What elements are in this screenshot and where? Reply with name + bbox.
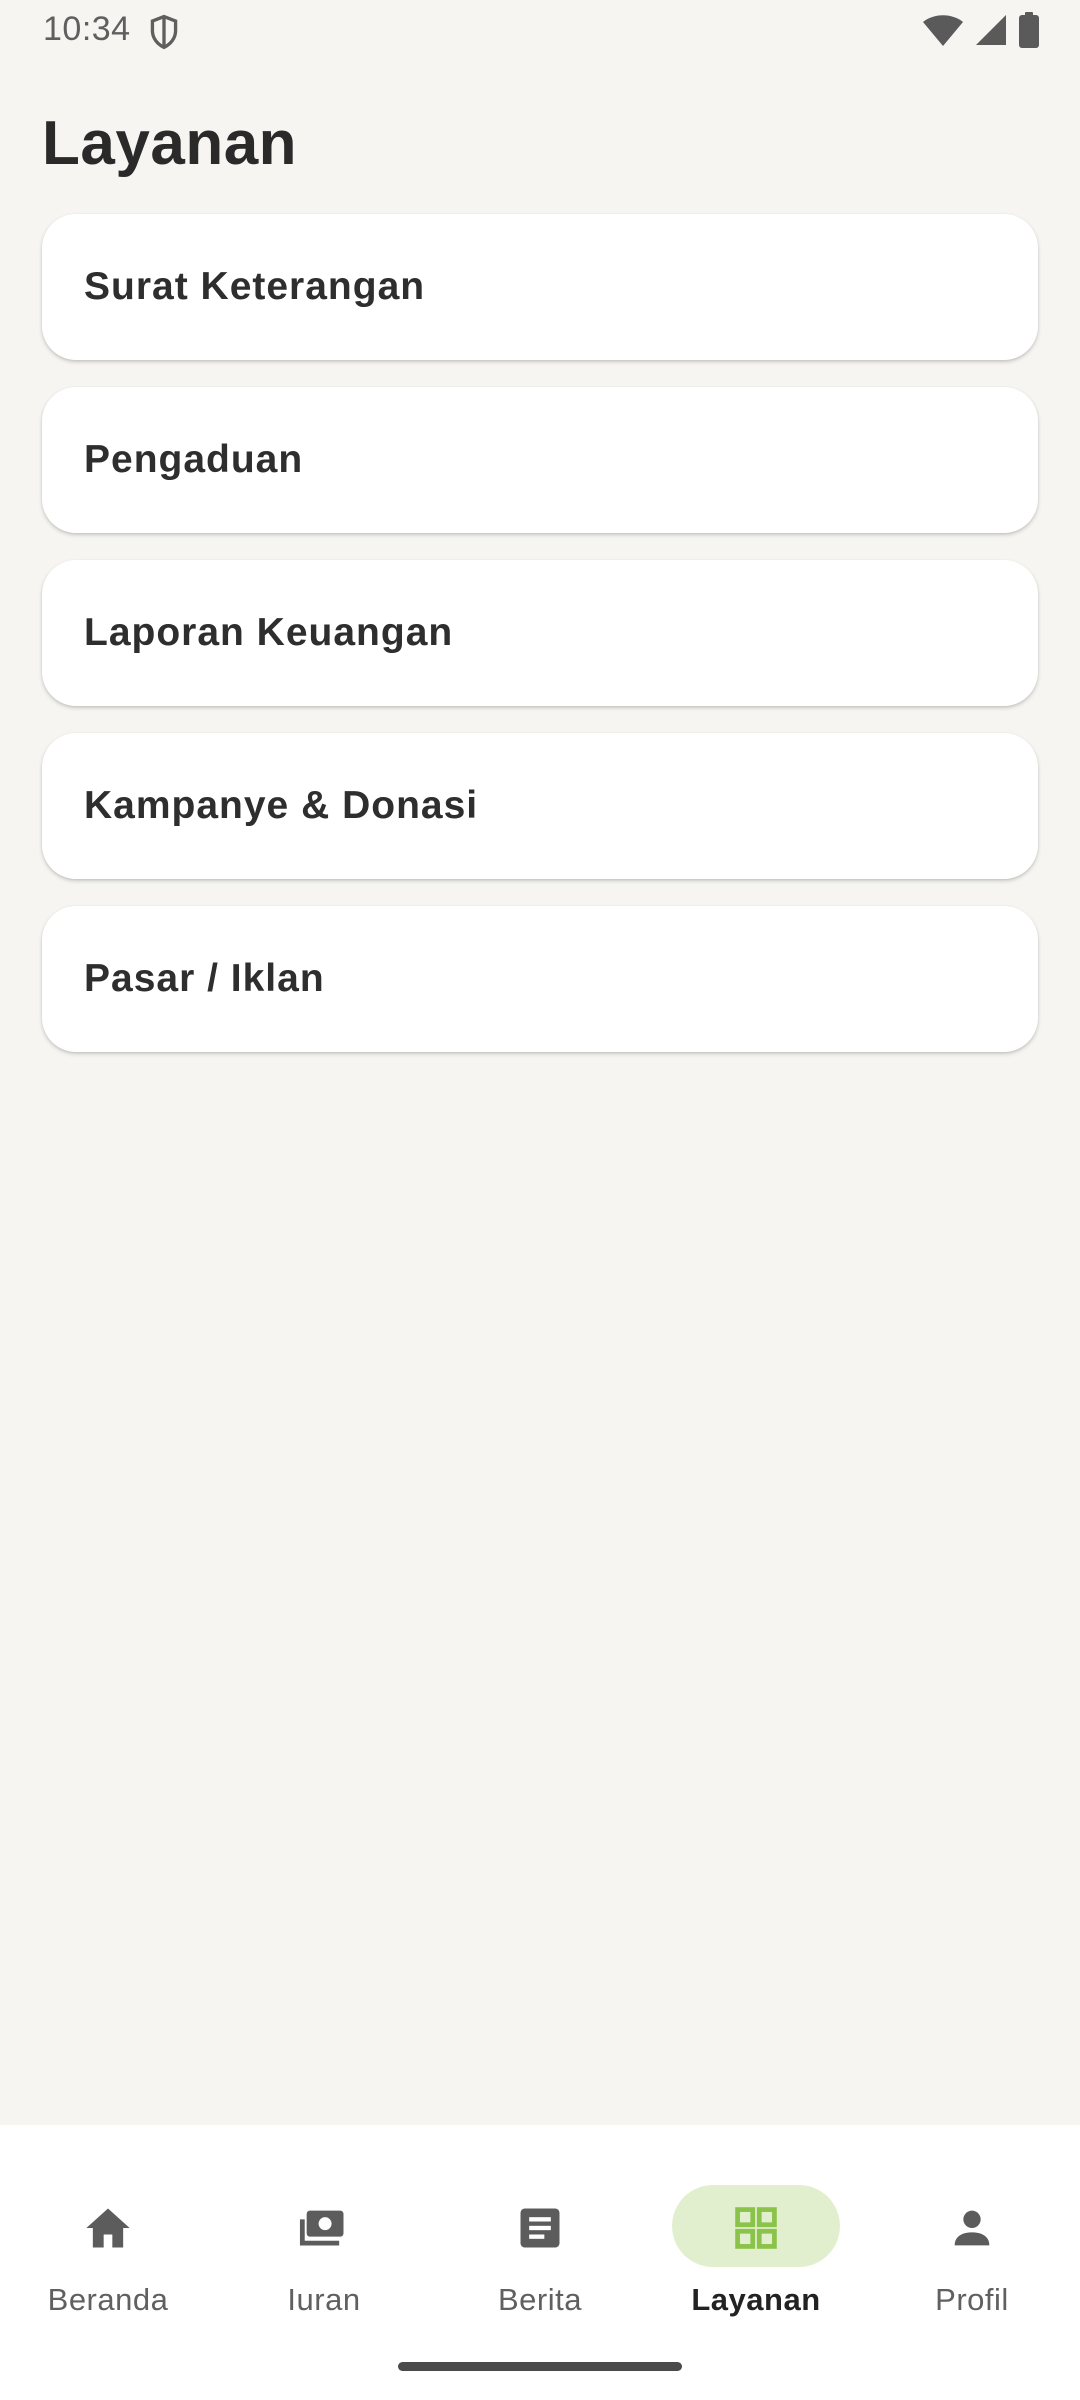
wifi-icon: [923, 15, 963, 46]
page-title: Layanan: [42, 109, 298, 178]
service-card-surat-keterangan[interactable]: Surat Keterangan: [42, 214, 1038, 360]
service-label: Laporan Keuangan: [84, 611, 454, 654]
service-card-pengaduan[interactable]: Pengaduan: [42, 387, 1038, 533]
service-label: Kampanye & Donasi: [84, 784, 479, 827]
shield-icon: [150, 14, 178, 50]
battery-icon: [1019, 12, 1039, 48]
nav-item-profil[interactable]: Profil: [864, 2155, 1080, 2317]
status-bar: 10:34: [0, 0, 1080, 62]
service-card-laporan-keuangan[interactable]: Laporan Keuangan: [42, 560, 1038, 706]
person-icon: [954, 2210, 990, 2246]
article-icon: [520, 2208, 560, 2248]
service-card-kampanye-donasi[interactable]: Kampanye & Donasi: [42, 733, 1038, 879]
nav-label: Berita: [498, 2282, 582, 2317]
nav-label: Layanan: [691, 2282, 821, 2317]
nav-label: Profil: [935, 2282, 1009, 2317]
cellular-signal-icon: [976, 15, 1006, 45]
nav-item-berita[interactable]: Berita: [432, 2155, 648, 2317]
nav-label: Iuran: [287, 2282, 361, 2317]
service-label: Pasar / Iklan: [84, 957, 325, 1000]
nav-item-beranda[interactable]: Beranda: [0, 2155, 216, 2317]
payments-icon: [299, 2210, 344, 2246]
status-time: 10:34: [43, 10, 131, 48]
service-list: Surat Keterangan Pengaduan Laporan Keuan…: [42, 214, 1038, 1079]
home-indicator[interactable]: [398, 2362, 682, 2371]
nav-item-layanan[interactable]: Layanan: [648, 2155, 864, 2317]
grid-icon: [735, 2207, 777, 2249]
nav-item-iuran[interactable]: Iuran: [216, 2155, 432, 2317]
status-icons: [922, 12, 1040, 48]
service-label: Surat Keterangan: [84, 265, 426, 308]
service-label: Pengaduan: [84, 438, 304, 481]
home-icon: [86, 2208, 130, 2248]
bottom-navigation: Beranda Iuran Berita Layanan Profil: [0, 2125, 1080, 2400]
nav-label: Beranda: [47, 2282, 169, 2317]
service-card-pasar-iklan[interactable]: Pasar / Iklan: [42, 906, 1038, 1052]
